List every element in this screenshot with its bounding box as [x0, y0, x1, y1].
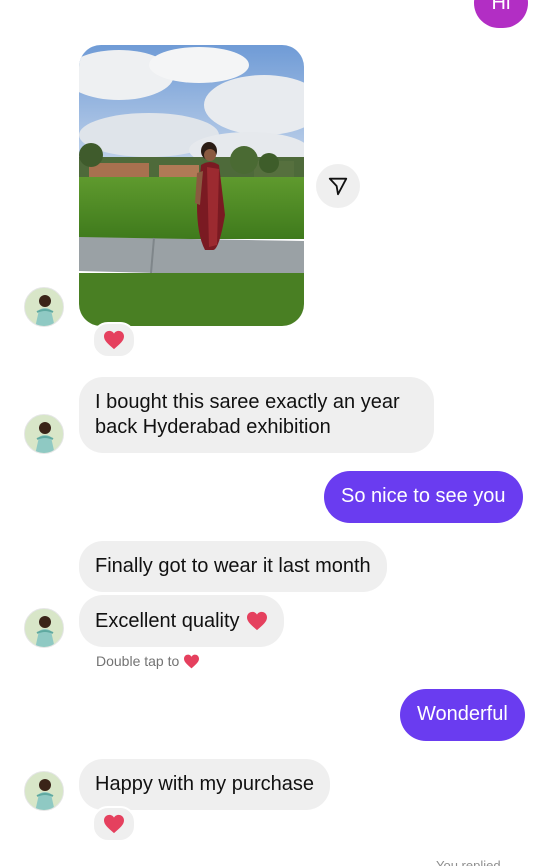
- message-text: Excellent quality: [95, 609, 240, 632]
- message-text: Wonderful: [417, 703, 508, 725]
- avatar-image: [25, 609, 63, 647]
- incoming-message-happy[interactable]: Happy with my purchase: [79, 759, 330, 810]
- heart-icon: [104, 330, 124, 350]
- heart-emoji-icon: [246, 611, 267, 631]
- hint-text: Double tap to: [96, 653, 180, 669]
- avatar[interactable]: [24, 287, 64, 327]
- incoming-message-quality[interactable]: Excellent quality: [79, 595, 284, 647]
- photo-image: [79, 45, 304, 326]
- heart-reaction[interactable]: [92, 806, 136, 842]
- message-text: I bought this saree exactly an year back…: [95, 391, 400, 438]
- reply-status-text: You replied: [436, 858, 501, 866]
- message-text: Finally got to wear it last month: [95, 555, 371, 577]
- share-button[interactable]: [316, 164, 360, 208]
- shared-photo[interactable]: [79, 45, 304, 326]
- outgoing-message-wonderful[interactable]: Wonderful: [400, 689, 525, 741]
- avatar[interactable]: [24, 414, 64, 454]
- message-text: Hi: [491, 0, 511, 14]
- avatar[interactable]: [24, 608, 64, 648]
- incoming-message-finally[interactable]: Finally got to wear it last month: [79, 541, 387, 592]
- heart-reaction[interactable]: [92, 322, 136, 358]
- avatar[interactable]: [24, 771, 64, 811]
- heart-icon: [184, 654, 200, 668]
- message-text: Happy with my purchase: [95, 773, 314, 795]
- incoming-message-saree[interactable]: I bought this saree exactly an year back…: [79, 377, 434, 453]
- message-text: So nice to see you: [341, 485, 506, 507]
- heart-icon: [104, 814, 124, 834]
- chat-thread: Hi I bought this saree exactly an year b…: [0, 0, 540, 866]
- outgoing-message-nice[interactable]: So nice to see you: [324, 471, 523, 523]
- share-icon: [328, 177, 348, 196]
- avatar-image: [25, 772, 63, 810]
- avatar-image: [25, 415, 63, 453]
- outgoing-message-hi[interactable]: Hi: [474, 0, 528, 28]
- avatar-image: [25, 288, 63, 326]
- double-tap-hint: Double tap to: [96, 653, 200, 669]
